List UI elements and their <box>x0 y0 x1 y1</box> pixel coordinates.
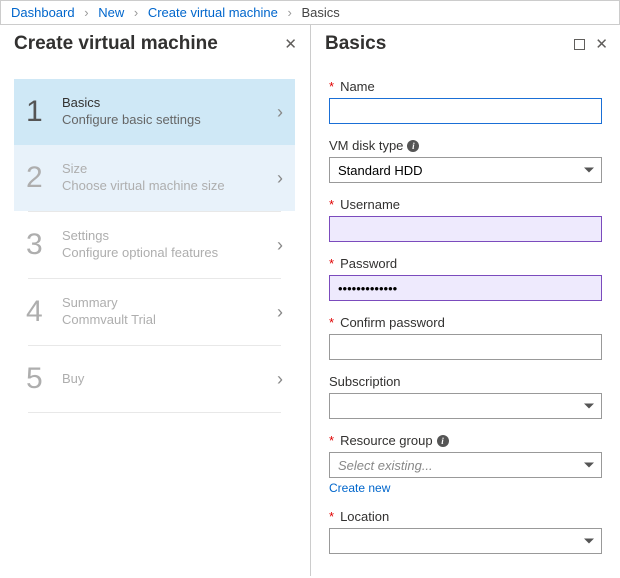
confirm-password-label: *Confirm password <box>329 315 602 330</box>
subscription-select[interactable] <box>329 393 602 419</box>
chevron-right-icon: › <box>134 5 138 20</box>
step-number: 3 <box>26 228 62 262</box>
step-title: Settings <box>62 228 277 245</box>
breadcrumb: Dashboard › New › Create virtual machine… <box>0 0 620 25</box>
resource-group-label: *Resource group i <box>329 433 602 448</box>
location-label: *Location <box>329 509 602 524</box>
resource-group-select[interactable] <box>329 452 602 478</box>
chevron-right-icon: › <box>84 5 88 20</box>
username-input[interactable] <box>329 216 602 242</box>
confirm-password-input[interactable] <box>329 334 602 360</box>
step-number: 5 <box>26 362 62 396</box>
chevron-right-icon: › <box>277 235 283 256</box>
info-icon[interactable]: i <box>407 140 419 152</box>
chevron-right-icon: › <box>277 369 283 390</box>
location-select[interactable] <box>329 528 602 554</box>
wizard-step-basics[interactable]: 1 Basics Configure basic settings › <box>14 79 295 145</box>
step-subtitle: Configure optional features <box>62 245 277 262</box>
info-icon[interactable]: i <box>437 435 449 447</box>
close-icon[interactable]: ✕ <box>284 37 297 52</box>
restore-icon[interactable] <box>574 39 585 50</box>
disk-type-label: VM disk type i <box>329 138 602 153</box>
password-label: *Password <box>329 256 602 271</box>
step-title: Buy <box>62 371 277 388</box>
step-number: 2 <box>26 161 62 195</box>
breadcrumb-current: Basics <box>301 5 339 20</box>
panel-title-basics: Basics <box>325 33 386 55</box>
wizard-step-size[interactable]: 2 Size Choose virtual machine size › <box>14 145 295 211</box>
panel-title-create-vm: Create virtual machine <box>14 33 218 55</box>
breadcrumb-dashboard[interactable]: Dashboard <box>11 5 75 20</box>
create-new-link[interactable]: Create new <box>329 481 390 495</box>
chevron-right-icon: › <box>277 302 283 323</box>
username-label: *Username <box>329 197 602 212</box>
wizard-step-summary[interactable]: 4 Summary Commvault Trial › <box>14 279 295 345</box>
wizard-steps-panel: Create virtual machine ✕ 1 Basics Config… <box>0 25 310 576</box>
step-title: Summary <box>62 295 277 312</box>
step-title: Basics <box>62 95 277 112</box>
disk-type-select[interactable] <box>329 157 602 183</box>
step-subtitle: Choose virtual machine size <box>62 178 277 195</box>
chevron-right-icon: › <box>288 5 292 20</box>
step-subtitle: Commvault Trial <box>62 312 277 329</box>
basics-form-panel: Basics ✕ *Name VM disk type i <box>310 25 620 576</box>
step-number: 1 <box>26 95 62 129</box>
breadcrumb-create-vm[interactable]: Create virtual machine <box>148 5 278 20</box>
step-subtitle: Configure basic settings <box>62 112 277 129</box>
step-number: 4 <box>26 295 62 329</box>
password-input[interactable] <box>329 275 602 301</box>
name-input[interactable] <box>329 98 602 124</box>
breadcrumb-new[interactable]: New <box>98 5 124 20</box>
wizard-step-settings[interactable]: 3 Settings Configure optional features › <box>14 212 295 278</box>
wizard-step-buy[interactable]: 5 Buy › <box>14 346 295 412</box>
chevron-right-icon: › <box>277 168 283 189</box>
step-title: Size <box>62 161 277 178</box>
name-label: *Name <box>329 79 602 94</box>
chevron-right-icon: › <box>277 102 283 123</box>
subscription-label: Subscription <box>329 374 602 389</box>
close-icon[interactable]: ✕ <box>595 37 608 52</box>
